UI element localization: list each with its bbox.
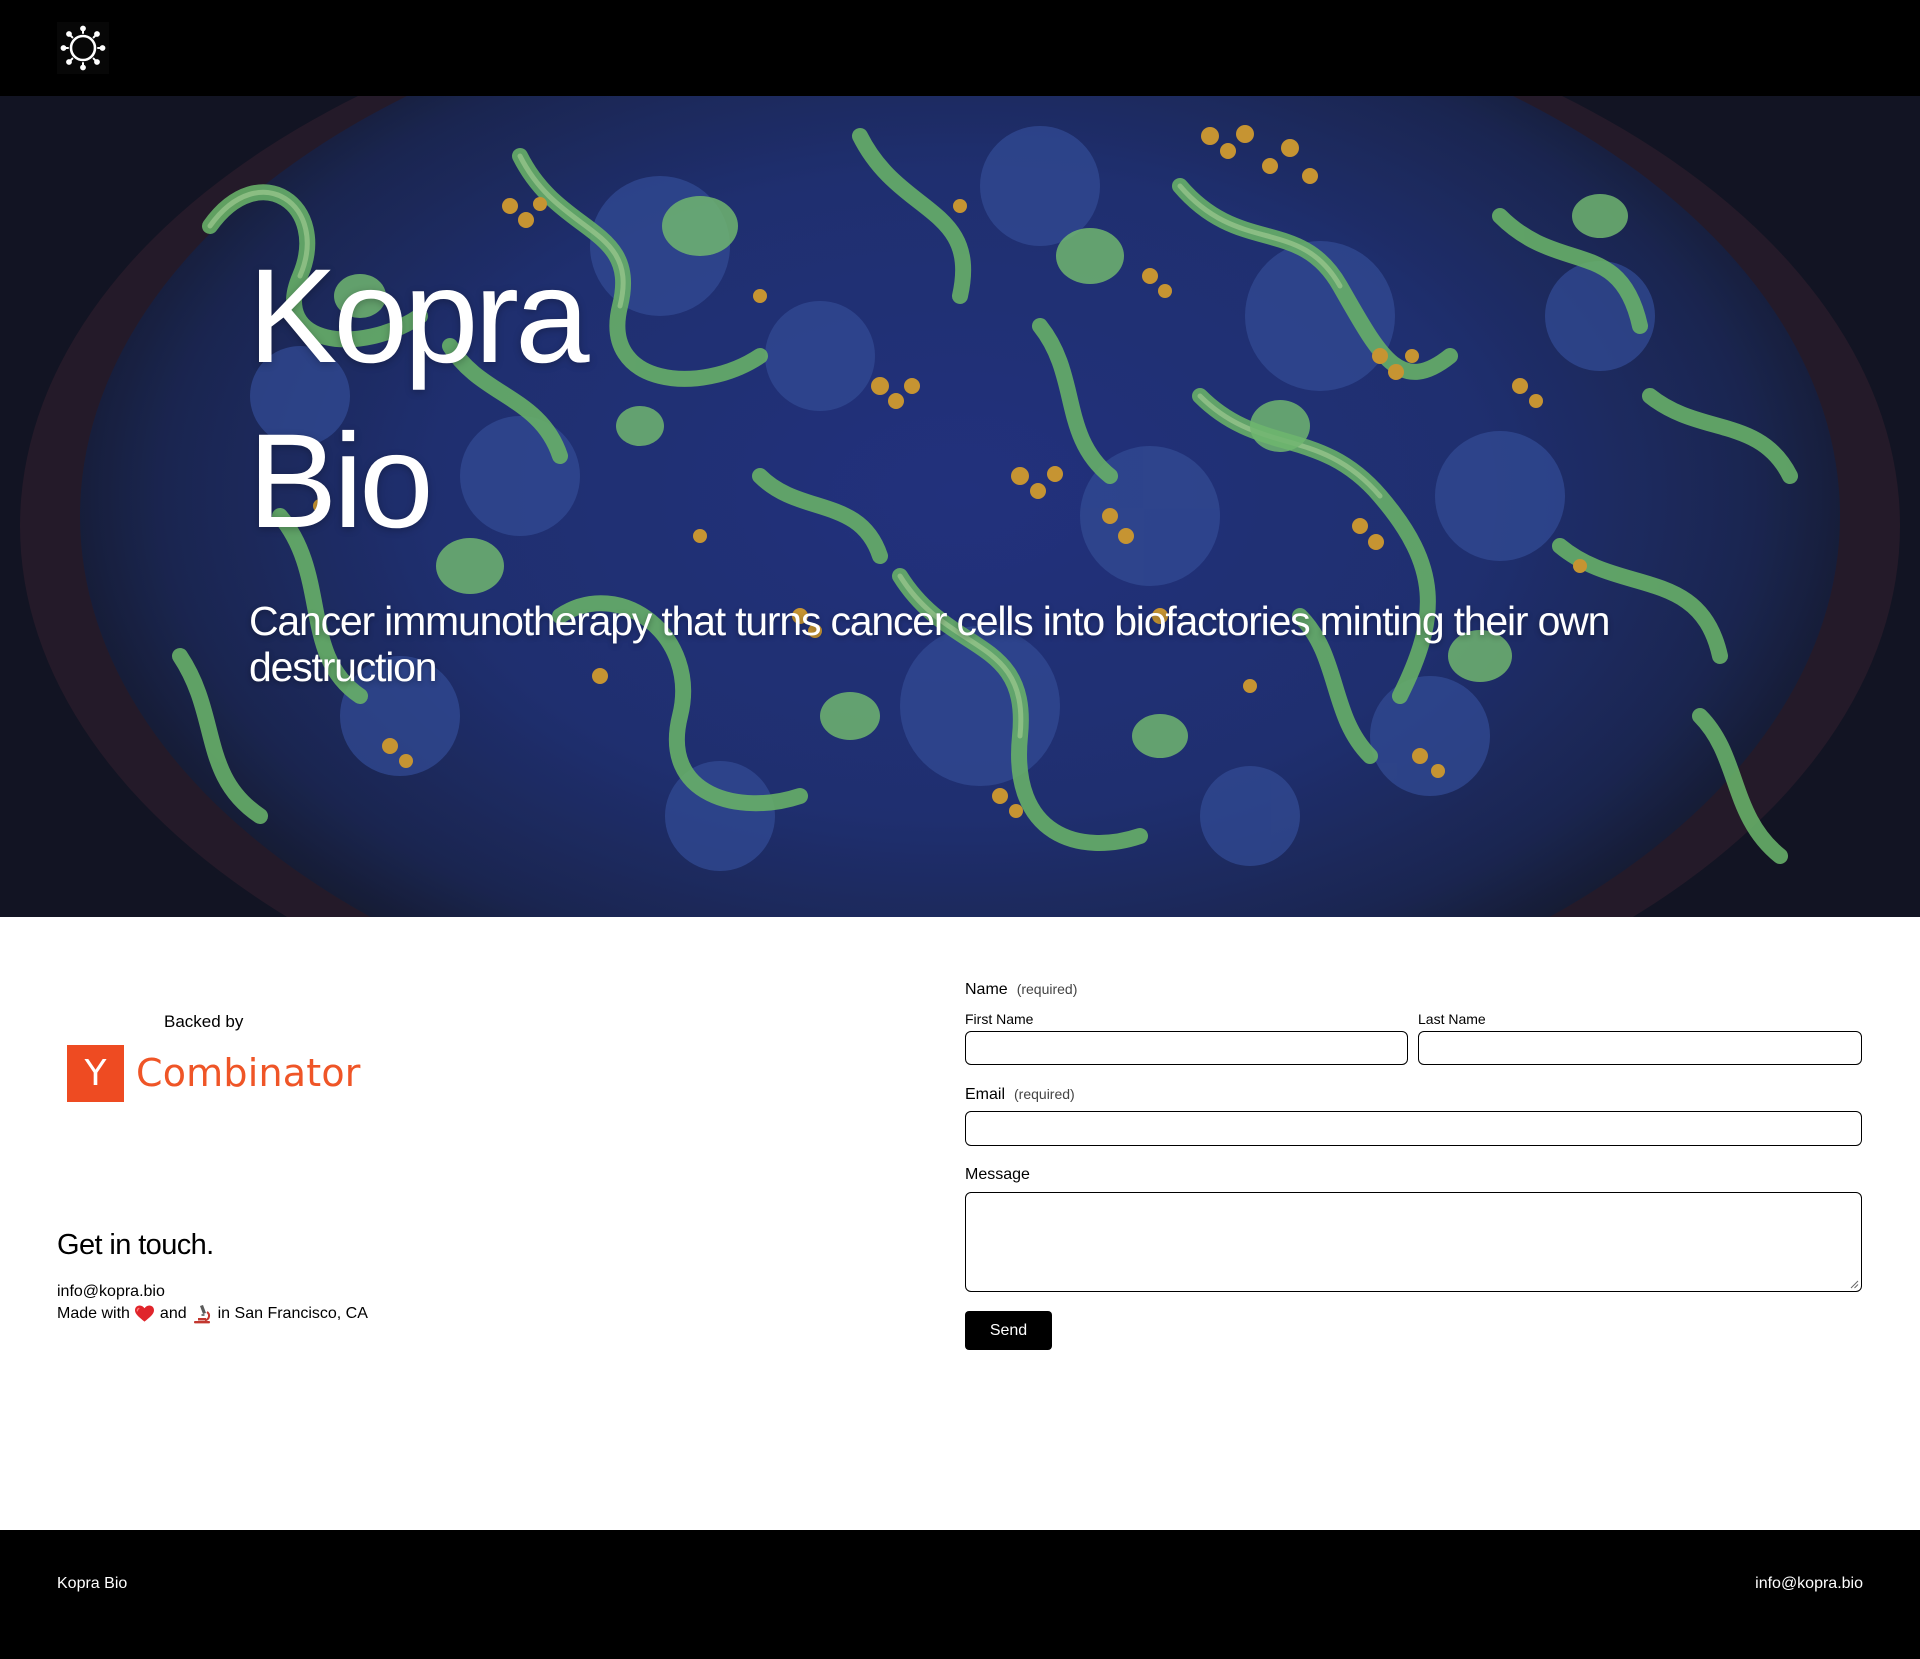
hero-title-line-2: Bio bbox=[248, 407, 434, 556]
name-required-text: (required) bbox=[1016, 981, 1078, 997]
email-label: Email (required) bbox=[965, 1084, 1075, 1105]
heart-icon bbox=[134, 1305, 154, 1322]
microscope-icon bbox=[193, 1305, 210, 1324]
made-with-and: and bbox=[159, 1305, 187, 1322]
first-name-label: First Name bbox=[965, 1011, 1034, 1027]
hero-title: Kopra Bio bbox=[248, 234, 590, 564]
made-with-suffix: in San Francisco, CA bbox=[217, 1305, 368, 1322]
name-label: Name (required) bbox=[965, 979, 1077, 1000]
made-with-line: Made with and in San Francisco, CA bbox=[57, 1303, 368, 1325]
email-label-text: Email bbox=[965, 1086, 1006, 1103]
virus-sun-icon[interactable] bbox=[57, 22, 109, 74]
yc-letter-box: Y bbox=[67, 1045, 124, 1102]
send-button[interactable]: Send bbox=[965, 1311, 1052, 1350]
last-name-label: Last Name bbox=[1418, 1011, 1486, 1027]
hero-title-line-1: Kopra bbox=[248, 242, 590, 391]
contact-email-link[interactable]: info@kopra.bio bbox=[57, 1281, 165, 1303]
email-field-wrapper bbox=[965, 1111, 1862, 1146]
site-footer: Kopra Bio info@kopra.bio bbox=[0, 1530, 1920, 1659]
last-name-field-wrapper bbox=[1418, 1031, 1862, 1065]
last-name-input[interactable] bbox=[1419, 1032, 1861, 1064]
name-label-text: Name bbox=[965, 981, 1008, 998]
message-label: Message bbox=[965, 1166, 1030, 1183]
hero-tagline: Cancer immunotherapy that turns cancer c… bbox=[249, 598, 1610, 690]
message-textarea[interactable] bbox=[966, 1193, 1861, 1291]
yc-wordmark: Combinator bbox=[136, 1051, 361, 1095]
email-input[interactable] bbox=[966, 1112, 1861, 1145]
made-with-prefix: Made with bbox=[57, 1305, 130, 1322]
contact-title: Get in touch. bbox=[57, 1229, 214, 1261]
footer-brand-link[interactable]: Kopra Bio bbox=[57, 1574, 127, 1594]
site-header bbox=[0, 0, 1920, 96]
resize-grip-icon[interactable] bbox=[1849, 1279, 1859, 1289]
email-required-text: (required) bbox=[1014, 1086, 1075, 1102]
message-field-wrapper bbox=[965, 1192, 1862, 1292]
y-combinator-logo[interactable]: Y Combinator bbox=[67, 1045, 361, 1102]
footer-email-link[interactable]: info@kopra.bio bbox=[1755, 1574, 1863, 1594]
hero-section: Kopra Bio Cancer immunotherapy that turn… bbox=[0, 96, 1920, 917]
first-name-input[interactable] bbox=[966, 1032, 1407, 1064]
first-name-field-wrapper bbox=[965, 1031, 1408, 1065]
backed-by-label: Backed by bbox=[164, 1012, 244, 1031]
